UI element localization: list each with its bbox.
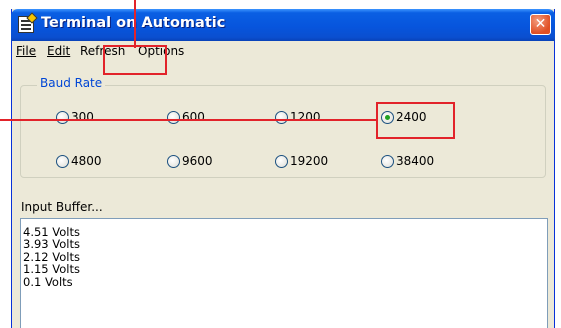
radio-circle-icon <box>275 111 288 124</box>
callout-line-vertical <box>134 0 136 48</box>
buffer-line: 3.93 Volts <box>23 237 80 252</box>
radio-circle-icon <box>275 155 288 168</box>
app-icon <box>18 16 34 33</box>
buffer-line: 4.51 Volts <box>23 225 80 239</box>
radio-circle-icon <box>381 155 394 168</box>
radio-circle-icon <box>167 111 180 124</box>
refresh-highlight-box <box>103 45 167 75</box>
radio-circle-icon <box>167 155 180 168</box>
buffer-line: 0.1 Volts <box>23 274 73 289</box>
title-bar[interactable]: Terminal on Automatic ✕ <box>11 9 555 41</box>
close-button[interactable]: ✕ <box>530 14 551 35</box>
radio-circle-icon <box>56 111 69 124</box>
baud-2400-highlight-box <box>376 102 455 139</box>
radio-circle-icon <box>56 155 69 168</box>
input-buffer-textbox[interactable]: 4.51 Volts 3.93 Volts 2.12 Volts 1.15 Vo… <box>20 218 548 328</box>
terminal-window: Terminal on Automatic ✕ File Edit Refres… <box>11 9 555 328</box>
buffer-line: 2.12 Volts <box>23 249 80 264</box>
input-buffer-label: Input Buffer... <box>21 200 103 214</box>
callout-line-horizontal <box>0 119 377 121</box>
menu-edit[interactable]: Edit <box>47 44 70 58</box>
menu-bar: File Edit Refresh Options <box>12 41 554 63</box>
baud-rate-label: Baud Rate <box>37 76 106 90</box>
buffer-line: 1.15 Volts <box>23 262 80 277</box>
menu-file[interactable]: File <box>16 44 36 58</box>
